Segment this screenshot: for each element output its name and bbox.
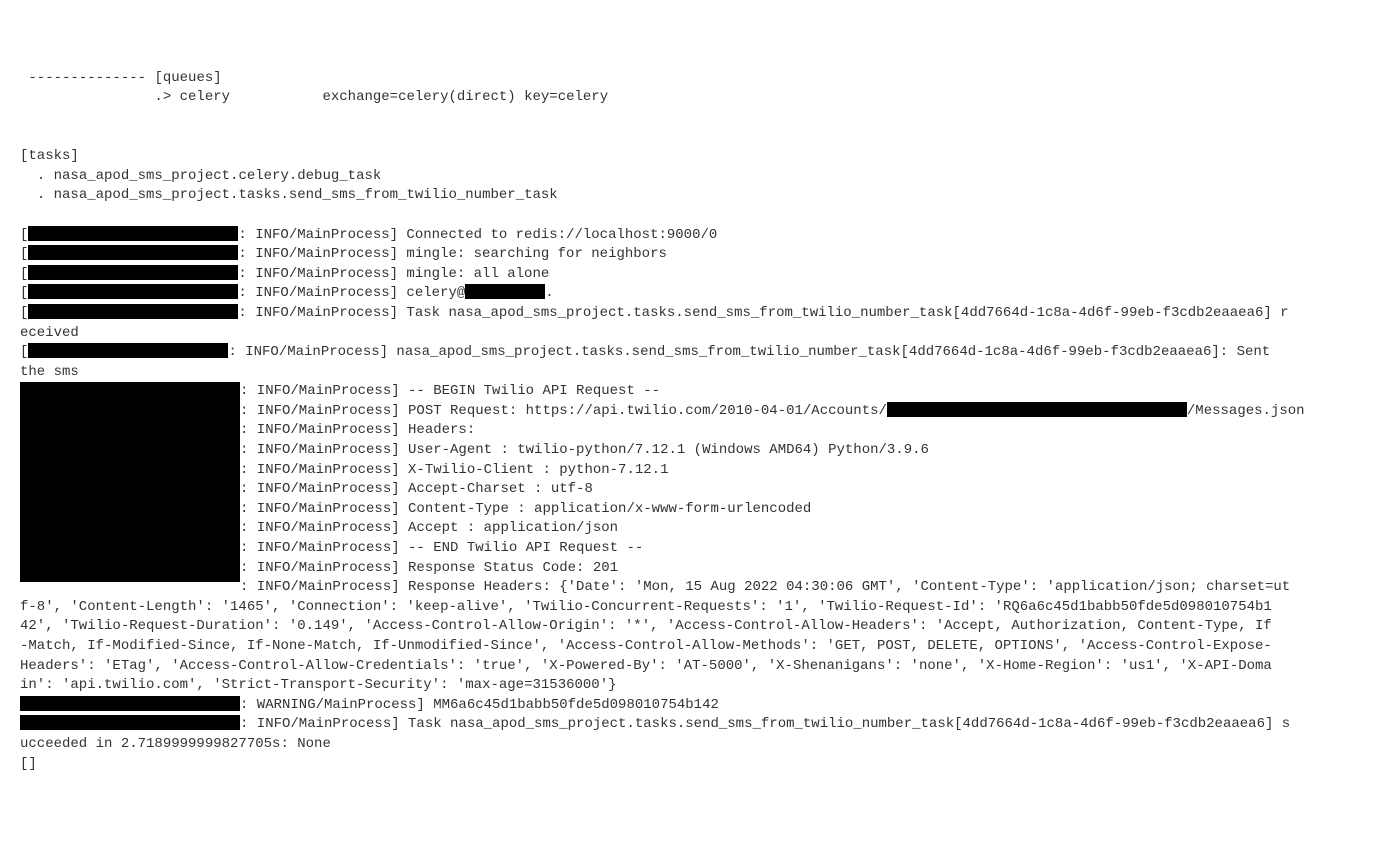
response-headers-line3: 42', 'Twilio-Request-Duration': '0.149',… <box>20 618 1272 634</box>
response-headers-line6: in': 'api.twilio.com', 'Strict-Transport… <box>20 677 617 693</box>
redacted-hostname <box>465 284 545 299</box>
redacted-timestamp <box>28 284 238 299</box>
redacted-timestamp <box>28 226 238 241</box>
redacted-timestamp <box>20 715 240 730</box>
task-send-sms: . nasa_apod_sms_project.tasks.send_sms_f… <box>20 187 558 203</box>
log-mingle-alone: [: INFO/MainProcess] mingle: all alone <box>20 266 549 282</box>
log-sent-sms: [: INFO/MainProcess] nasa_apod_sms_proje… <box>20 344 1279 360</box>
tasks-header: [tasks] <box>20 148 79 164</box>
log-connected: [: INFO/MainProcess] Connected to redis:… <box>20 227 717 243</box>
log-task-received-wrap: eceived <box>20 325 79 341</box>
redacted-block <box>20 382 240 582</box>
log-task-received: [: INFO/MainProcess] Task nasa_apod_sms_… <box>20 305 1289 321</box>
log-task-succeeded: : INFO/MainProcess] Task nasa_apod_sms_p… <box>20 716 1290 732</box>
log-sent-sms-wrap: the sms <box>20 364 79 380</box>
redacted-timestamp <box>28 343 228 358</box>
log-mingle-search: [: INFO/MainProcess] mingle: searching f… <box>20 246 667 262</box>
queues-header-line: -------------- [queues] <box>20 70 222 86</box>
response-headers-line5: Headers': 'ETag', 'Access-Control-Allow-… <box>20 658 1272 674</box>
redacted-timestamp <box>28 245 238 260</box>
cursor[interactable]: [] <box>20 756 37 772</box>
response-headers-line2: f-8', 'Content-Length': '1465', 'Connect… <box>20 599 1272 615</box>
queue-celery-line: .> celery exchange=celery(direct) key=ce… <box>20 89 608 105</box>
terminal-output: -------------- [queues] .> celery exchan… <box>20 69 1356 774</box>
redacted-timestamp <box>28 265 238 280</box>
log-celery-at: [: INFO/MainProcess] celery@. <box>20 285 554 301</box>
log-task-succeeded-wrap: ucceeded in 2.7189999999827705s: None <box>20 736 331 752</box>
redacted-account-sid <box>887 402 1187 417</box>
task-debug: . nasa_apod_sms_project.celery.debug_tas… <box>20 168 381 184</box>
response-headers-line4: -Match, If-Modified-Since, If-None-Match… <box>20 638 1272 654</box>
twilio-request-block: : INFO/MainProcess] -- BEGIN Twilio API … <box>20 383 1351 399</box>
log-warning: : WARNING/MainProcess] MM6a6c45d1babb50f… <box>20 697 719 713</box>
redacted-timestamp <box>28 304 238 319</box>
redacted-timestamp <box>20 696 240 711</box>
